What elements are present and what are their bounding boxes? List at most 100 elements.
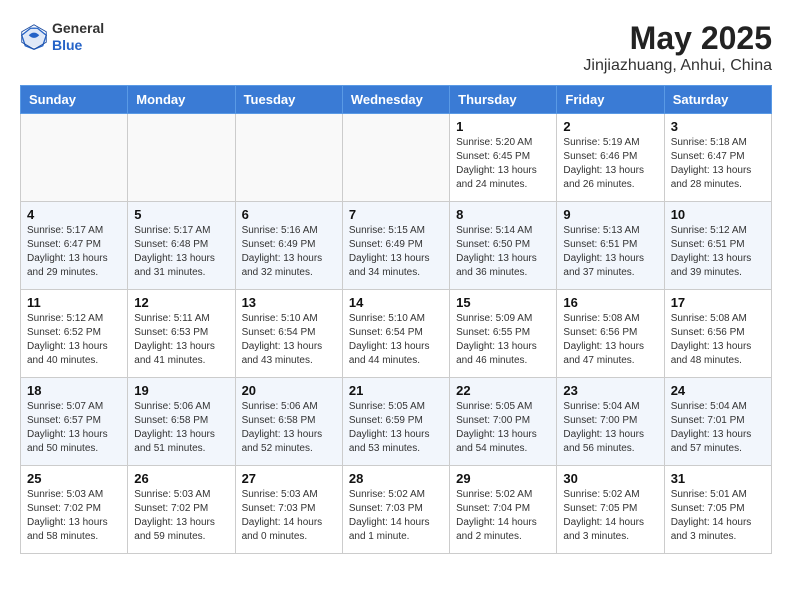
day-info: Sunrise: 5:05 AM Sunset: 7:00 PM Dayligh… <box>456 400 550 456</box>
weekday-header-sunday: Sunday <box>21 86 128 114</box>
day-number: 7 <box>349 207 443 222</box>
calendar-cell: 5 Sunrise: 5:17 AM Sunset: 6:48 PM Daylig… <box>128 202 235 290</box>
day-number: 25 <box>27 471 121 486</box>
calendar-cell: 28Sunrise: 5:02 AM Sunset: 7:03 PM Dayli… <box>342 466 449 554</box>
calendar-week-row: 11 Sunrise: 5:12 AM Sunset: 6:52 PM Dayli… <box>21 290 772 378</box>
day-info: Sunrise: 5:02 AM Sunset: 7:03 PM Dayligh… <box>349 488 443 544</box>
calendar-cell: 10Sunrise: 5:12 AM Sunset: 6:51 PM Dayli… <box>664 202 771 290</box>
calendar-cell: 24 Sunrise: 5:04 AM Sunset: 7:01 PM Dayli… <box>664 378 771 466</box>
weekday-header-friday: Friday <box>557 86 664 114</box>
day-info: Sunrise: 5:02 AM Sunset: 7:05 PM Dayligh… <box>563 488 657 544</box>
calendar-cell: 21Sunrise: 5:05 AM Sunset: 6:59 PM Dayli… <box>342 378 449 466</box>
day-info: Sunrise: 5:06 AM Sunset: 6:58 PM Dayligh… <box>134 400 228 456</box>
calendar-table: SundayMondayTuesdayWednesdayThursdayFrid… <box>20 85 772 554</box>
day-number: 6 <box>242 207 336 222</box>
day-info: Sunrise: 5:14 AM Sunset: 6:50 PM Dayligh… <box>456 224 550 280</box>
day-number: 9 <box>563 207 657 222</box>
day-number: 5 <box>134 207 228 222</box>
day-number: 4 <box>27 207 121 222</box>
day-info: Sunrise: 5:06 AM Sunset: 6:58 PM Dayligh… <box>242 400 336 456</box>
calendar-cell: 16 Sunrise: 5:08 AM Sunset: 6:56 PM Dayli… <box>557 290 664 378</box>
day-number: 15 <box>456 295 550 310</box>
day-info: Sunrise: 5:03 AM Sunset: 7:02 PM Dayligh… <box>27 488 121 544</box>
day-number: 19 <box>134 383 228 398</box>
calendar-cell: 29 Sunrise: 5:02 AM Sunset: 7:04 PM Dayli… <box>450 466 557 554</box>
day-number: 22 <box>456 383 550 398</box>
day-number: 29 <box>456 471 550 486</box>
day-number: 30 <box>563 471 657 486</box>
day-number: 27 <box>242 471 336 486</box>
calendar-cell: 19 Sunrise: 5:06 AM Sunset: 6:58 PM Dayli… <box>128 378 235 466</box>
weekday-header-row: SundayMondayTuesdayWednesdayThursdayFrid… <box>21 86 772 114</box>
calendar-cell: 14 Sunrise: 5:10 AM Sunset: 6:54 PM Dayli… <box>342 290 449 378</box>
title-area: May 2025 Jinjiazhuang, Anhui, China <box>583 20 772 75</box>
day-info: Sunrise: 5:17 AM Sunset: 6:47 PM Dayligh… <box>27 224 121 280</box>
calendar-cell <box>235 114 342 202</box>
calendar-cell: 13 Sunrise: 5:10 AM Sunset: 6:54 PM Dayli… <box>235 290 342 378</box>
day-info: Sunrise: 5:07 AM Sunset: 6:57 PM Dayligh… <box>27 400 121 456</box>
day-number: 26 <box>134 471 228 486</box>
day-info: Sunrise: 5:16 AM Sunset: 6:49 PM Dayligh… <box>242 224 336 280</box>
day-number: 24 <box>671 383 765 398</box>
calendar-cell: 25 Sunrise: 5:03 AM Sunset: 7:02 PM Dayli… <box>21 466 128 554</box>
weekday-header-thursday: Thursday <box>450 86 557 114</box>
calendar-week-row: 4 Sunrise: 5:17 AM Sunset: 6:47 PM Daylig… <box>21 202 772 290</box>
day-info: Sunrise: 5:05 AM Sunset: 6:59 PM Dayligh… <box>349 400 443 456</box>
day-info: Sunrise: 5:09 AM Sunset: 6:55 PM Dayligh… <box>456 312 550 368</box>
day-number: 23 <box>563 383 657 398</box>
day-info: Sunrise: 5:19 AM Sunset: 6:46 PM Dayligh… <box>563 136 657 192</box>
day-info: Sunrise: 5:13 AM Sunset: 6:51 PM Dayligh… <box>563 224 657 280</box>
calendar-cell: 23Sunrise: 5:04 AM Sunset: 7:00 PM Dayli… <box>557 378 664 466</box>
calendar-cell: 12Sunrise: 5:11 AM Sunset: 6:53 PM Dayli… <box>128 290 235 378</box>
calendar-cell: 18 Sunrise: 5:07 AM Sunset: 6:57 PM Dayli… <box>21 378 128 466</box>
calendar-cell: 8 Sunrise: 5:14 AM Sunset: 6:50 PM Daylig… <box>450 202 557 290</box>
calendar-cell: 2 Sunrise: 5:19 AM Sunset: 6:46 PM Daylig… <box>557 114 664 202</box>
calendar-cell: 3 Sunrise: 5:18 AM Sunset: 6:47 PM Daylig… <box>664 114 771 202</box>
day-info: Sunrise: 5:02 AM Sunset: 7:04 PM Dayligh… <box>456 488 550 544</box>
weekday-header-saturday: Saturday <box>664 86 771 114</box>
day-number: 10 <box>671 207 765 222</box>
day-info: Sunrise: 5:08 AM Sunset: 6:56 PM Dayligh… <box>563 312 657 368</box>
calendar-cell: 1Sunrise: 5:20 AM Sunset: 6:45 PM Daylig… <box>450 114 557 202</box>
calendar-cell <box>21 114 128 202</box>
day-number: 11 <box>27 295 121 310</box>
calendar-cell <box>342 114 449 202</box>
day-info: Sunrise: 5:03 AM Sunset: 7:02 PM Dayligh… <box>134 488 228 544</box>
day-info: Sunrise: 5:08 AM Sunset: 6:56 PM Dayligh… <box>671 312 765 368</box>
calendar-cell: 11 Sunrise: 5:12 AM Sunset: 6:52 PM Dayli… <box>21 290 128 378</box>
day-number: 14 <box>349 295 443 310</box>
day-number: 16 <box>563 295 657 310</box>
calendar-cell: 17Sunrise: 5:08 AM Sunset: 6:56 PM Dayli… <box>664 290 771 378</box>
page-header: General Blue May 2025 Jinjiazhuang, Anhu… <box>20 20 772 75</box>
day-info: Sunrise: 5:03 AM Sunset: 7:03 PM Dayligh… <box>242 488 336 544</box>
logo-icon <box>20 23 48 51</box>
day-info: Sunrise: 5:12 AM Sunset: 6:52 PM Dayligh… <box>27 312 121 368</box>
calendar-cell: 31Sunrise: 5:01 AM Sunset: 7:05 PM Dayli… <box>664 466 771 554</box>
day-info: Sunrise: 5:17 AM Sunset: 6:48 PM Dayligh… <box>134 224 228 280</box>
weekday-header-monday: Monday <box>128 86 235 114</box>
calendar-cell: 20 Sunrise: 5:06 AM Sunset: 6:58 PM Dayli… <box>235 378 342 466</box>
logo: General Blue <box>20 20 104 54</box>
day-number: 2 <box>563 119 657 134</box>
calendar-cell: 9 Sunrise: 5:13 AM Sunset: 6:51 PM Daylig… <box>557 202 664 290</box>
day-info: Sunrise: 5:10 AM Sunset: 6:54 PM Dayligh… <box>349 312 443 368</box>
month-title: May 2025 <box>583 20 772 57</box>
day-number: 20 <box>242 383 336 398</box>
calendar-week-row: 25 Sunrise: 5:03 AM Sunset: 7:02 PM Dayli… <box>21 466 772 554</box>
calendar-week-row: 1Sunrise: 5:20 AM Sunset: 6:45 PM Daylig… <box>21 114 772 202</box>
day-number: 3 <box>671 119 765 134</box>
day-info: Sunrise: 5:01 AM Sunset: 7:05 PM Dayligh… <box>671 488 765 544</box>
day-number: 18 <box>27 383 121 398</box>
day-info: Sunrise: 5:04 AM Sunset: 7:01 PM Dayligh… <box>671 400 765 456</box>
day-info: Sunrise: 5:10 AM Sunset: 6:54 PM Dayligh… <box>242 312 336 368</box>
day-number: 13 <box>242 295 336 310</box>
logo-text: General Blue <box>52 20 104 54</box>
day-number: 8 <box>456 207 550 222</box>
calendar-cell: 6 Sunrise: 5:16 AM Sunset: 6:49 PM Daylig… <box>235 202 342 290</box>
day-info: Sunrise: 5:20 AM Sunset: 6:45 PM Dayligh… <box>456 136 550 192</box>
calendar-cell <box>128 114 235 202</box>
calendar-cell: 22 Sunrise: 5:05 AM Sunset: 7:00 PM Dayli… <box>450 378 557 466</box>
calendar-week-row: 18 Sunrise: 5:07 AM Sunset: 6:57 PM Dayli… <box>21 378 772 466</box>
calendar-cell: 4 Sunrise: 5:17 AM Sunset: 6:47 PM Daylig… <box>21 202 128 290</box>
day-info: Sunrise: 5:18 AM Sunset: 6:47 PM Dayligh… <box>671 136 765 192</box>
